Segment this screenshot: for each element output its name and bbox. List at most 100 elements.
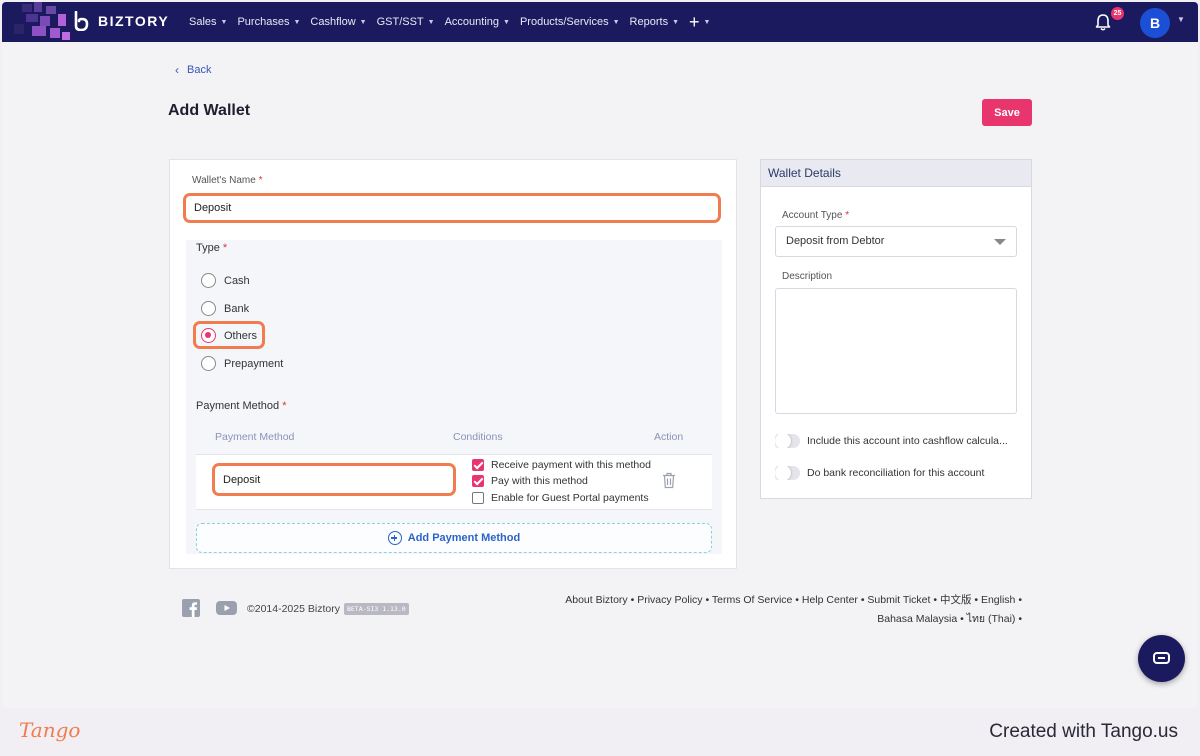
checkbox-label: Pay with this method [491, 475, 588, 487]
caret-down-icon: ▼ [672, 18, 680, 26]
chat-button[interactable] [1138, 635, 1185, 682]
menu-label: Reports [629, 16, 669, 28]
menu-accounting[interactable]: Accounting ▼ [445, 16, 510, 28]
footer-links[interactable]: About Biztory • Privacy Policy • Terms O… [522, 591, 1022, 629]
menu-gst-sst[interactable]: GST/SST ▼ [377, 16, 435, 28]
description-textarea[interactable] [775, 288, 1017, 414]
page-title: Add Wallet [168, 102, 251, 119]
copyright-text: ©2014-2025 Biztory [247, 603, 340, 615]
menu-products-services[interactable]: Products/Services ▼ [520, 16, 620, 28]
column-header-payment-method: Payment Method [215, 431, 295, 443]
payment-method-name-input[interactable] [215, 466, 453, 493]
required-mark: * [282, 400, 287, 412]
app-window: BIZTORY Sales ▼ Purchases ▼ Cashflow ▼ GST/… [2, 2, 1198, 708]
menu-purchases[interactable]: Purchases ▼ [237, 16, 300, 28]
user-avatar[interactable]: B [1140, 8, 1170, 38]
required-mark: * [258, 175, 263, 186]
toggle-label: Do bank reconciliation for this account [807, 467, 985, 479]
selected-value: Deposit from Debtor [786, 235, 885, 247]
checkbox-checked[interactable] [472, 475, 484, 487]
tango-created-text: Created with Tango.us [989, 721, 1178, 742]
reconcile-toggle[interactable] [775, 466, 800, 480]
condition-pay-with[interactable]: Pay with this method [472, 475, 588, 487]
facebook-icon[interactable] [182, 599, 200, 617]
checkbox-checked[interactable] [472, 459, 484, 471]
required-mark: * [845, 210, 850, 221]
radio-button[interactable] [201, 273, 216, 288]
payment-method-highlight [212, 463, 456, 496]
column-header-action: Action [654, 431, 684, 443]
caret-down-icon: ▼ [359, 18, 367, 26]
condition-guest-portal[interactable]: Enable for Guest Portal payments [472, 492, 649, 504]
chevron-left-icon: ‹ [175, 63, 179, 77]
trash-icon[interactable] [662, 472, 676, 489]
type-option-cash[interactable]: Cash [201, 273, 250, 288]
footer-links-line[interactable]: Bahasa Malaysia • ไทย (Thai) • [522, 610, 1022, 629]
menu-label: Cashflow [310, 16, 356, 28]
toggle-reconcile-row[interactable]: Do bank reconciliation for this account [775, 466, 1020, 480]
column-header-conditions: Conditions [453, 431, 503, 443]
save-button[interactable]: Save [982, 99, 1032, 126]
radio-button[interactable] [201, 301, 216, 316]
payment-method-label: Payment Method * [196, 400, 287, 412]
type-option-others[interactable]: Others [201, 328, 257, 343]
menu-sales[interactable]: Sales ▼ [189, 16, 227, 28]
wallet-details-card: Wallet Details Account Type * Deposit fr… [760, 159, 1032, 499]
menu-label: Sales [189, 16, 217, 28]
radio-button-selected[interactable] [201, 328, 216, 343]
menu-label: Purchases [237, 16, 290, 28]
account-type-label: Account Type * [782, 210, 849, 221]
caret-down-icon: ▼ [503, 18, 510, 26]
menu-cashflow[interactable]: Cashflow ▼ [310, 16, 366, 28]
toggle-label: Include this account into cashflow calcu… [807, 435, 1008, 447]
brand-name: BIZTORY [98, 13, 170, 29]
back-link[interactable]: ‹ Back [175, 63, 211, 77]
chat-icon [1153, 652, 1170, 664]
option-label: Cash [224, 274, 250, 287]
wallet-details-title: Wallet Details [761, 160, 1031, 187]
biztory-logo-icon [74, 11, 89, 31]
youtube-icon[interactable] [216, 599, 237, 617]
radio-button[interactable] [201, 356, 216, 371]
tango-logo: Tango [19, 718, 81, 742]
copyright: ©2014-2025 Biztory BETA-SI3 1.13.0 [247, 603, 409, 615]
notification-bell-icon[interactable] [1095, 13, 1111, 31]
checkbox-label: Receive payment with this method [491, 459, 651, 471]
footer-links-line[interactable]: About Biztory • Privacy Policy • Terms O… [522, 591, 1022, 610]
payment-method-section: Payment Method * Payment Method Conditio… [186, 396, 722, 554]
toggle-cashflow-row[interactable]: Include this account into cashflow calcu… [775, 434, 1020, 448]
payment-method-row: Receive payment with this method Pay wit… [196, 454, 712, 510]
label-text: Payment Method [196, 400, 280, 412]
type-option-prepayment[interactable]: Prepayment [201, 356, 283, 371]
menu-label: GST/SST [376, 16, 424, 28]
menu-label: Products/Services [519, 16, 609, 28]
caret-down-icon: ▼ [703, 18, 711, 26]
cashflow-toggle[interactable] [775, 434, 800, 448]
label-text: Wallet's Name [192, 175, 256, 186]
caret-down-icon[interactable]: ▼ [1177, 15, 1185, 24]
type-option-bank[interactable]: Bank [201, 301, 249, 316]
description-label: Description [782, 271, 833, 282]
label-text: Account Type [782, 210, 843, 221]
option-label: Others [224, 329, 258, 342]
plus-circle-icon [387, 531, 402, 545]
menu-label: Accounting [444, 16, 500, 28]
version-badge: BETA-SI3 1.13.0 [343, 603, 409, 615]
condition-receive-payment[interactable]: Receive payment with this method [472, 459, 651, 471]
caret-down-icon: ▼ [293, 18, 301, 26]
account-type-select[interactable]: Deposit from Debtor [775, 226, 1017, 257]
menu-add-new[interactable]: + ▼ [689, 13, 711, 31]
brand-logo[interactable]: BIZTORY [72, 11, 169, 31]
required-mark: * [222, 242, 228, 254]
label-text: Type [196, 242, 220, 254]
caret-down-icon [994, 239, 1006, 245]
main-menu: Sales ▼ Purchases ▼ Cashflow ▼ GST/SST ▼ Acc… [189, 2, 720, 42]
wallet-form-card: Wallet's Name * Type * Cash Bank Others [169, 159, 737, 569]
caret-down-icon: ▼ [427, 18, 435, 26]
checkbox-unchecked[interactable] [472, 492, 484, 504]
wallet-name-input[interactable] [186, 196, 718, 220]
top-navbar: BIZTORY Sales ▼ Purchases ▼ Cashflow ▼ GST/… [2, 2, 1198, 42]
add-payment-method-button[interactable]: Add Payment Method [196, 523, 712, 553]
menu-reports[interactable]: Reports ▼ [630, 16, 679, 28]
checkbox-label: Enable for Guest Portal payments [491, 492, 649, 504]
